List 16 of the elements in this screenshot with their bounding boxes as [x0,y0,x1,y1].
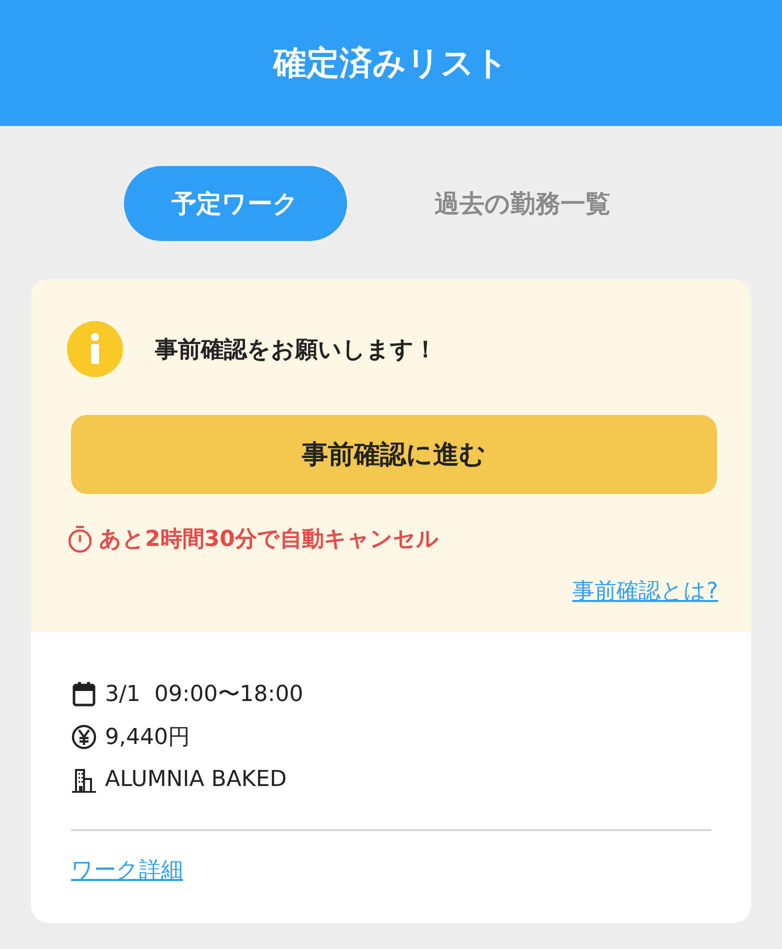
page-title: 確定済みリスト [274,42,508,84]
timer-icon [67,525,93,553]
detail-text: ALUMNIA BAKED [105,767,287,792]
building-icon [71,766,97,792]
detail-text: 3/1 09:00〜18:00 [105,680,304,708]
cancel-warning: あと2時間30分で自動キャンセル [99,526,439,554]
detail-text: 9,440円 [105,724,190,752]
work-detail-link[interactable]: ワーク詳細 [71,858,183,883]
confirm-button[interactable]: 事前確認に進む [71,415,717,494]
help-link[interactable]: 事前確認とは? [572,576,718,606]
notice-message: 事前確認をお願いします！ [155,336,437,364]
yen-icon [71,724,97,750]
tab[interactable]: 予定ワーク [124,166,346,241]
calendar-icon [71,680,97,706]
tab[interactable]: 過去の勤務一覧 [386,166,658,241]
info-icon [67,321,123,377]
